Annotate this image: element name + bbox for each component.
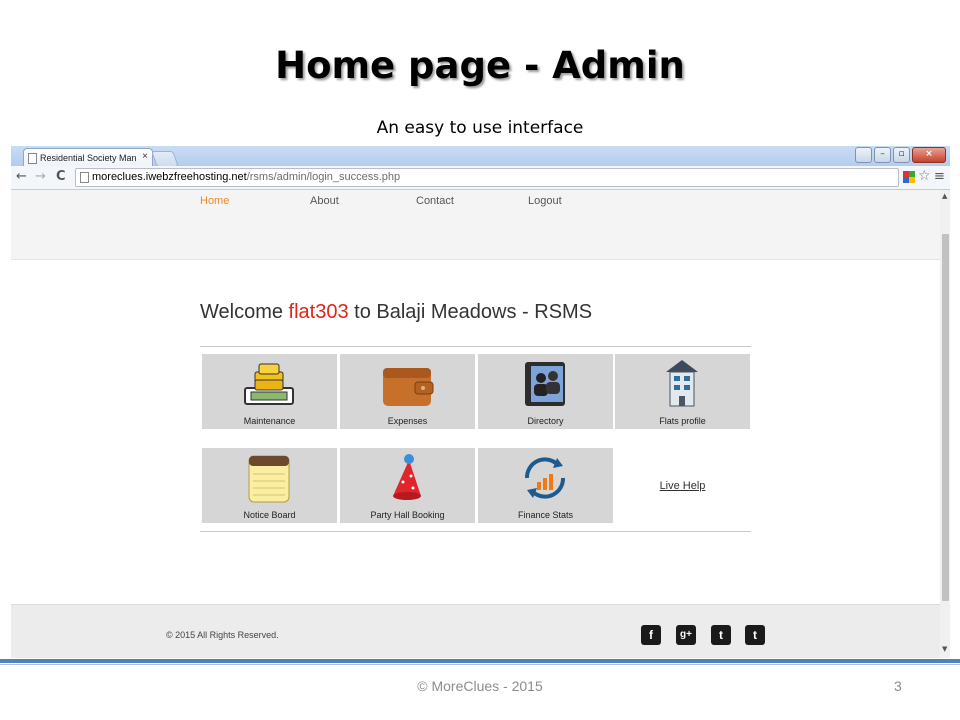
browser-tab[interactable]: Residential Society Manag × <box>23 148 153 167</box>
back-icon[interactable]: ← <box>16 170 27 184</box>
window-controls: – ▫ × <box>836 147 946 163</box>
divider <box>200 346 751 347</box>
username: flat303 <box>288 301 349 323</box>
nav-logout[interactable]: Logout <box>528 195 562 207</box>
browser-titlebar: Residential Society Manag × – ▫ × <box>11 146 950 167</box>
tumblr-icon[interactable]: t <box>745 625 765 645</box>
reload-icon[interactable]: C <box>56 170 66 184</box>
tile-label: Party Hall Booking <box>370 510 445 520</box>
twitter-icon[interactable]: t <box>711 625 731 645</box>
tile-label: Expenses <box>387 416 428 426</box>
copyright: © 2015 All Rights Reserved. <box>166 630 279 640</box>
slide-divider <box>0 664 960 665</box>
tile-finance-stats[interactable]: Finance Stats <box>478 448 613 523</box>
slide-page-number: 3 <box>894 678 902 694</box>
address-bar[interactable]: moreclues.iwebzfreehosting.net/rsms/admi… <box>75 168 899 187</box>
menu-icon[interactable]: ≡ <box>934 169 945 184</box>
extension-icon[interactable] <box>903 171 915 183</box>
new-tab-button[interactable] <box>151 151 179 167</box>
nav-about[interactable]: About <box>310 195 339 207</box>
divider <box>200 531 751 532</box>
slide-divider <box>0 659 960 663</box>
scroll-down-icon[interactable]: ▼ <box>942 645 947 653</box>
slide-footer: © MoreClues - 2015 <box>417 678 543 694</box>
tab-title: Residential Society Manag <box>40 153 136 163</box>
site-footer: © 2015 All Rights Reserved. f g+ t t <box>11 604 940 658</box>
tile-label: Flats profile <box>659 416 706 426</box>
tile-party-hall-booking[interactable]: Party Hall Booking <box>340 448 475 523</box>
tile-label: Finance Stats <box>517 510 574 520</box>
scroll-thumb[interactable] <box>942 234 949 601</box>
notepad-icon <box>248 455 290 503</box>
browser-window: Residential Society Manag × – ▫ × ← → C … <box>11 146 950 658</box>
minimize-button[interactable]: – <box>874 147 891 163</box>
forward-icon[interactable]: → <box>35 170 46 184</box>
tile-expenses[interactable]: Expenses <box>340 354 475 429</box>
live-help-link[interactable]: Live Help <box>615 448 750 524</box>
money-icon <box>244 363 294 405</box>
tile-maintenance[interactable]: Maintenance <box>202 354 337 429</box>
tile-notice-board[interactable]: Notice Board <box>202 448 337 523</box>
welcome-heading: Welcome flat303 to Balaji Meadows - RSMS <box>200 301 593 323</box>
nav-contact[interactable]: Contact <box>416 195 454 207</box>
nav-home[interactable]: Home <box>200 195 229 207</box>
wallet-icon <box>383 368 434 406</box>
slide-subtitle: An easy to use interface <box>376 118 584 138</box>
page-icon <box>28 153 37 164</box>
facebook-icon[interactable]: f <box>641 625 661 645</box>
browser-toolbar: ← → C moreclues.iwebzfreehosting.net/rsm… <box>11 166 950 190</box>
site-main: Welcome flat303 to Balaji Meadows - RSMS… <box>11 260 940 604</box>
url-text: moreclues.iwebzfreehosting.net/rsms/admi… <box>92 171 401 183</box>
page-icon <box>80 172 89 183</box>
google-plus-icon[interactable]: g+ <box>676 625 696 645</box>
site-header: Home About Contact Logout <box>11 190 940 260</box>
close-window-button[interactable]: × <box>912 147 946 163</box>
tile-label: Notice Board <box>243 510 296 520</box>
building-icon <box>666 360 698 407</box>
bookmark-star-icon[interactable]: ☆ <box>918 168 931 184</box>
tile-label: Maintenance <box>243 416 296 426</box>
scroll-up-icon[interactable]: ▲ <box>942 192 947 200</box>
maximize-button[interactable]: ▫ <box>893 147 910 163</box>
tab-close-icon[interactable]: × <box>142 151 148 162</box>
tile-label: Directory <box>527 416 564 426</box>
scrollbar[interactable]: ▲ ▼ <box>940 190 950 658</box>
slide-title: Home page - Admin <box>275 44 685 87</box>
tile-flats-profile[interactable]: Flats profile <box>615 354 750 429</box>
page-viewport: Home About Contact Logout Welcome flat30… <box>11 190 940 658</box>
stats-cycle-icon <box>524 457 566 499</box>
address-book-icon <box>525 362 565 406</box>
tile-directory[interactable]: Directory <box>478 354 613 429</box>
party-hat-icon <box>393 454 421 500</box>
user-icon[interactable] <box>855 147 872 163</box>
